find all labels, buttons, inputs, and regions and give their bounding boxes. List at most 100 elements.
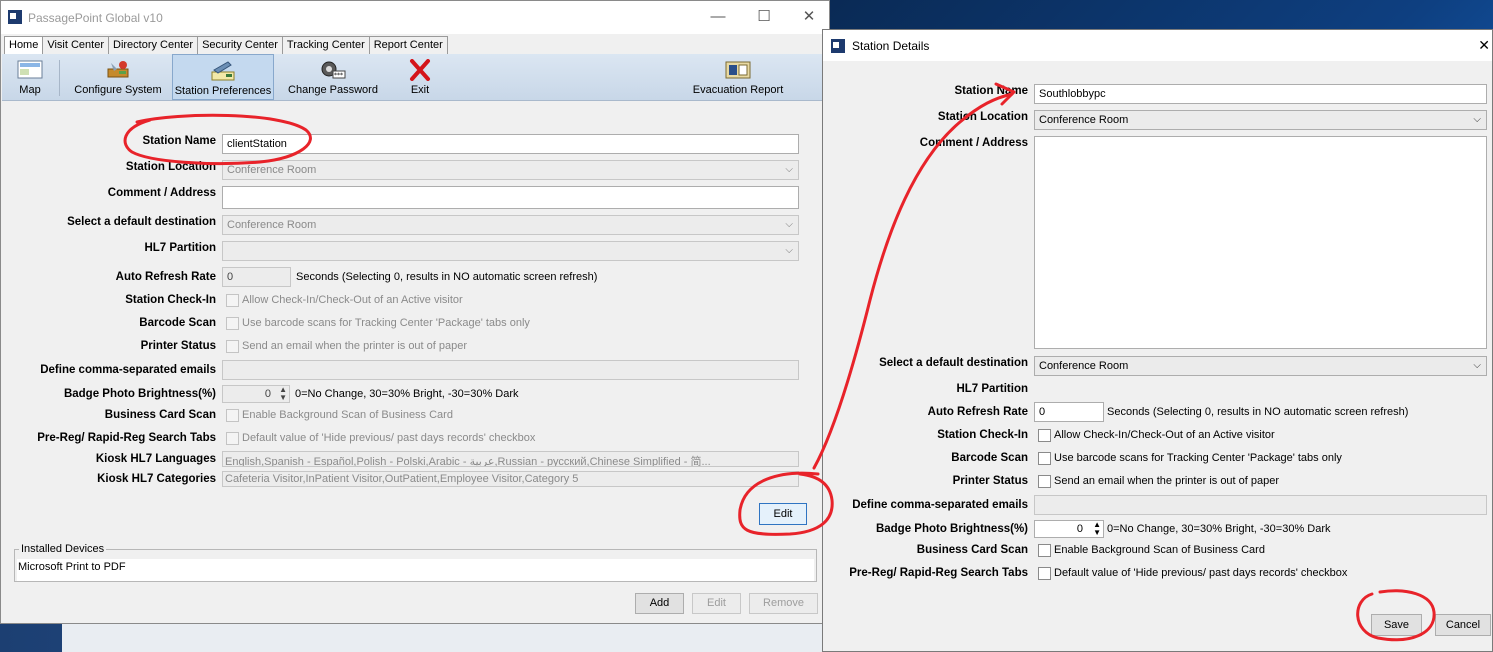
close-button[interactable]: ✕ bbox=[798, 7, 820, 27]
dlg-auto-refresh-label: Auto Refresh Rate bbox=[927, 406, 1028, 418]
dlg-business-card-text: Enable Background Scan of Business Card bbox=[1054, 544, 1265, 556]
prereg-checkbox[interactable] bbox=[226, 432, 239, 445]
chevron-down-icon: ⌵ bbox=[785, 219, 793, 230]
station-name-input[interactable]: clientStation bbox=[222, 134, 799, 154]
tools-icon bbox=[107, 61, 129, 78]
printer-checkbox[interactable] bbox=[226, 340, 239, 353]
station-preferences-label: Station Preferences bbox=[174, 85, 272, 97]
comment-input[interactable] bbox=[222, 186, 799, 209]
dlg-emails-input[interactable] bbox=[1034, 495, 1487, 515]
maximize-button[interactable]: ☐ bbox=[753, 7, 775, 27]
dlg-brightness-value: 0 bbox=[1076, 523, 1083, 535]
dlg-hl7-partition-label: HL7 Partition bbox=[956, 383, 1028, 395]
dlg-save-button[interactable]: Save bbox=[1371, 614, 1422, 636]
dlg-checkin-checkbox[interactable] bbox=[1038, 429, 1051, 442]
dlg-cancel-button[interactable]: Cancel bbox=[1435, 614, 1491, 636]
tab-home[interactable]: Home bbox=[4, 36, 44, 55]
station-location-label: Station Location bbox=[125, 161, 216, 173]
dlg-station-name-input[interactable]: Southlobbypc bbox=[1034, 84, 1487, 104]
dlg-printer-text: Send an email when the printer is out of… bbox=[1054, 475, 1280, 487]
map-button[interactable]: Map bbox=[6, 54, 54, 100]
main-window: PassagePoint Global v10 — ☐ ✕ Home Visit… bbox=[0, 0, 830, 624]
dlg-barcode-checkbox[interactable] bbox=[1038, 452, 1051, 465]
station-checkin-label: Station Check-In bbox=[125, 294, 216, 306]
dlg-prereg-text: Default value of 'Hide previous/ past da… bbox=[1054, 567, 1348, 579]
brightness-value: 0 bbox=[264, 388, 271, 400]
change-password-button[interactable]: *** Change Password bbox=[284, 54, 382, 100]
spinner-arrows-icon: ▲ ▼ bbox=[1093, 520, 1101, 537]
exit-x-icon bbox=[410, 59, 430, 81]
printer-text: Send an email when the printer is out of… bbox=[242, 340, 468, 352]
evacuation-report-button[interactable]: Evacuation Report bbox=[688, 54, 788, 100]
barcode-text: Use barcode scans for Tracking Center 'P… bbox=[242, 317, 530, 329]
checkin-text: Allow Check-In/Check-Out of an Active vi… bbox=[242, 294, 463, 306]
dlg-printer-status-label: Printer Status bbox=[952, 475, 1028, 487]
exit-label: Exit bbox=[410, 84, 430, 96]
dlg-auto-refresh-note: Seconds (Selecting 0, results in NO auto… bbox=[1107, 406, 1409, 418]
dlg-auto-refresh-input[interactable]: 0 bbox=[1034, 402, 1104, 422]
password-icon: *** bbox=[321, 61, 346, 79]
station-name-label: Station Name bbox=[142, 135, 217, 147]
kiosk-categories-field[interactable]: Cafeteria Visitor,InPatient Visitor,OutP… bbox=[222, 471, 799, 487]
main-tabs: Home Visit Center Directory Center Secur… bbox=[4, 36, 448, 55]
prereg-label: Pre-Reg/ Rapid-Reg Search Tabs bbox=[37, 432, 216, 444]
configure-system-button[interactable]: Configure System bbox=[68, 54, 168, 100]
business-card-label: Business Card Scan bbox=[104, 409, 216, 421]
tab-directory-center[interactable]: Directory Center bbox=[108, 36, 199, 54]
map-label: Map bbox=[19, 84, 41, 96]
dlg-emails-label: Define comma-separated emails bbox=[852, 499, 1028, 511]
desktop-taskbar-area bbox=[0, 624, 830, 652]
barcode-scan-label: Barcode Scan bbox=[139, 317, 216, 329]
hl7-partition-select[interactable]: ⌵ bbox=[222, 241, 799, 261]
brightness-note: 0=No Change, 30=30% Bright, -30=30% Dark bbox=[295, 388, 519, 400]
dlg-default-destination-select[interactable]: Conference Room ⌵ bbox=[1034, 356, 1487, 376]
window-title: PassagePoint Global v10 bbox=[28, 11, 163, 25]
emails-input[interactable] bbox=[222, 360, 799, 380]
exit-button[interactable]: Exit bbox=[400, 54, 440, 100]
tab-report-center[interactable]: Report Center bbox=[368, 36, 448, 54]
edit-station-button[interactable]: Edit bbox=[759, 503, 807, 525]
dlg-comment-textarea[interactable] bbox=[1034, 136, 1487, 349]
brightness-label: Badge Photo Brightness(%) bbox=[63, 388, 216, 400]
minimize-button[interactable]: — bbox=[707, 7, 729, 27]
dlg-printer-checkbox[interactable] bbox=[1038, 475, 1051, 488]
default-destination-select[interactable]: Conference Room ⌵ bbox=[222, 215, 799, 235]
dlg-default-destination-value: Conference Room bbox=[1039, 360, 1129, 372]
evacuation-icon bbox=[725, 61, 751, 79]
app-logo-icon bbox=[8, 10, 22, 24]
remove-device-button[interactable]: Remove bbox=[749, 593, 818, 614]
dlg-brightness-spinner[interactable]: 0 ▲ ▼ bbox=[1034, 520, 1104, 538]
installed-devices-caption: Installed Devices bbox=[19, 543, 107, 555]
station-location-select[interactable]: Conference Room ⌵ bbox=[222, 160, 799, 180]
installed-devices-list[interactable]: Microsoft Print to PDF bbox=[17, 559, 814, 581]
brightness-spinner[interactable]: 0 ▲ ▼ bbox=[222, 385, 290, 403]
toolbar-separator bbox=[59, 60, 60, 96]
tab-tracking-center[interactable]: Tracking Center bbox=[281, 36, 370, 54]
edit-device-button[interactable]: Edit bbox=[692, 593, 741, 614]
list-item[interactable]: Microsoft Print to PDF bbox=[18, 561, 813, 573]
kiosk-languages-field[interactable]: English,Spanish - Español,Polish - Polsk… bbox=[222, 451, 799, 467]
svg-text:***: *** bbox=[334, 72, 343, 79]
comment-label: Comment / Address bbox=[107, 187, 216, 199]
dlg-business-card-checkbox[interactable] bbox=[1038, 544, 1051, 557]
checkin-checkbox[interactable] bbox=[226, 294, 239, 307]
add-device-button[interactable]: Add bbox=[635, 593, 684, 614]
kiosk-languages-label: Kiosk HL7 Languages bbox=[95, 453, 216, 465]
tab-visit-center[interactable]: Visit Center bbox=[42, 36, 109, 54]
kiosk-languages-value: English,Spanish - Español,Polish - Polsk… bbox=[225, 456, 711, 467]
tab-security-center[interactable]: Security Center bbox=[197, 36, 283, 54]
dlg-station-location-value: Conference Room bbox=[1039, 114, 1129, 126]
station-preferences-button[interactable]: Station Preferences bbox=[172, 54, 274, 100]
dlg-checkin-text: Allow Check-In/Check-Out of an Active vi… bbox=[1054, 429, 1275, 441]
dlg-prereg-checkbox[interactable] bbox=[1038, 567, 1051, 580]
dlg-prereg-label: Pre-Reg/ Rapid-Reg Search Tabs bbox=[849, 567, 1028, 579]
barcode-checkbox[interactable] bbox=[226, 317, 239, 330]
emails-label: Define comma-separated emails bbox=[40, 364, 216, 376]
prereg-text: Default value of 'Hide previous/ past da… bbox=[242, 432, 536, 444]
dlg-station-location-select[interactable]: Conference Room ⌵ bbox=[1034, 110, 1487, 130]
auto-refresh-input[interactable]: 0 bbox=[222, 267, 291, 287]
dialog-close-button[interactable]: ✕ bbox=[1478, 37, 1490, 54]
dlg-station-location-label: Station Location bbox=[937, 111, 1028, 123]
business-card-checkbox[interactable] bbox=[226, 409, 239, 422]
chevron-down-icon: ⌵ bbox=[1473, 114, 1481, 125]
